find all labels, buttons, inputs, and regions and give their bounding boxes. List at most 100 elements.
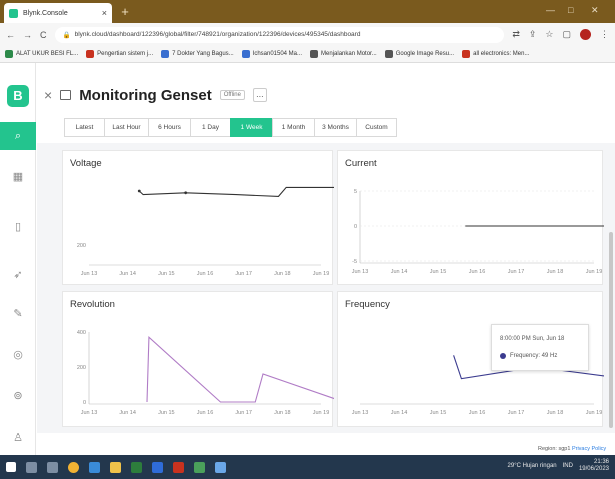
x-tick-label: Jun 16: [197, 271, 214, 277]
blynk-logo[interactable]: B: [7, 85, 29, 107]
blynk-favicon: [9, 8, 18, 18]
chart-tooltip: 8:00:00 PM Sun, Jun 18 Frequency: 49 Hz: [491, 324, 589, 371]
bookmark-item[interactable]: all electronics: Men...: [462, 50, 529, 58]
x-tick-label: Jun 15: [430, 269, 447, 275]
y-tick-label: 5: [354, 189, 357, 195]
range-1-month[interactable]: 1 Month: [272, 118, 315, 137]
x-tick-label: Jun 18: [547, 410, 564, 416]
bookmark-icon: [161, 50, 170, 58]
url-field[interactable]: 🔒 blynk.cloud/dashboard/122396/global/fi…: [54, 26, 505, 43]
menu-dots-icon[interactable]: ⋮: [600, 29, 609, 40]
range-6-hours[interactable]: 6 Hours: [148, 118, 191, 137]
range-custom[interactable]: Custom: [356, 118, 397, 137]
bookmark-item[interactable]: 7 Dokter Yang Bagus...: [161, 50, 234, 58]
range-latest[interactable]: Latest: [64, 118, 105, 137]
forward-icon[interactable]: →: [23, 30, 32, 40]
y-tick-label: 0: [83, 400, 86, 406]
series-line: [138, 186, 334, 197]
profile-avatar[interactable]: [580, 29, 591, 40]
x-tick-label: Jun 14: [119, 410, 136, 416]
dashboard-grid-icon[interactable]: ▦: [0, 162, 36, 190]
series-line: [146, 336, 334, 403]
reload-icon[interactable]: C: [40, 30, 47, 40]
voltage-chart-card: Voltage Jun 13 Jun 14 Jun 15 Jun 16 Jun 17 Ju…: [62, 150, 334, 285]
address-bar: ← → C 🔒 blynk.cloud/dashboard/122396/glo…: [0, 23, 615, 46]
automation-icon[interactable]: ➶: [0, 260, 36, 288]
bookmark-item[interactable]: Google Image Resu...: [384, 50, 454, 58]
megaphone-icon[interactable]: ✎: [0, 299, 36, 327]
bookmark-item[interactable]: Pengertian sistem j...: [86, 50, 153, 58]
windows-start-icon[interactable]: [6, 462, 16, 472]
current-chart: Jun 13 Jun 14 Jun 15 Jun 16 Jun 17 Jun 18 Jun …: [352, 189, 604, 275]
task-view-icon[interactable]: [47, 461, 58, 473]
back-icon[interactable]: ←: [6, 30, 15, 40]
new-tab-icon[interactable]: +: [118, 5, 132, 19]
x-tick-label: Jun 17: [508, 269, 525, 275]
range-last-hour[interactable]: Last Hour: [104, 118, 149, 137]
scrollbar-thumb[interactable]: [609, 232, 613, 428]
weather-status[interactable]: 29°C Hujan ringan: [508, 463, 557, 469]
voltage-chart: Jun 13 Jun 14 Jun 15 Jun 16 Jun 17 Jun 18 Jun …: [77, 186, 334, 277]
device-icon[interactable]: ▯: [0, 212, 36, 240]
revolution-chart-card: Revolution Jun 13 Jun 14 Jun 15 Jun 16 Jun 1…: [62, 291, 334, 427]
more-options-button[interactable]: ...: [252, 88, 267, 102]
range-1-day[interactable]: 1 Day: [190, 118, 231, 137]
device-icon: [60, 90, 72, 100]
device-header: × Monitoring Genset Offline ...: [44, 84, 267, 106]
settings-icon[interactable]: ⊚: [0, 381, 36, 409]
user-icon[interactable]: ♙: [0, 423, 36, 451]
search-icon[interactable]: ⌕: [0, 122, 36, 150]
x-tick-label: Jun 13: [352, 269, 369, 275]
range-3-months[interactable]: 3 Months: [314, 118, 357, 137]
x-tick-label: Jun 15: [158, 410, 175, 416]
language-indicator[interactable]: IND: [563, 463, 573, 469]
data-point: [137, 189, 141, 193]
y-tick-label: 400: [77, 330, 86, 336]
x-tick-label: Jun 13: [81, 410, 98, 416]
x-tick-label: Jun 17: [235, 410, 252, 416]
chrome-icon[interactable]: [68, 461, 79, 473]
region-label: Region: sgp1: [538, 446, 571, 452]
bookmark-item[interactable]: Ichsan01504 Ma...: [241, 50, 302, 58]
time-range-selector: Latest Last Hour 6 Hours 1 Day 1 Week 1 …: [64, 118, 397, 137]
maximize-icon[interactable]: □: [568, 5, 573, 15]
close-window-icon[interactable]: ✕: [591, 5, 599, 16]
status-badge: Offline: [219, 90, 245, 100]
search-icon[interactable]: [26, 461, 37, 473]
y-tick-label: 200: [77, 365, 86, 371]
x-tick-label: Jun 15: [430, 410, 447, 416]
current-chart-card: Current Jun 13 Jun 14 Jun 15 Jun 16 Jun 17 Ju…: [337, 150, 604, 285]
close-tab-icon[interactable]: ×: [102, 8, 107, 18]
x-tick-label: Jun 16: [469, 410, 486, 416]
bookmark-item[interactable]: ALAT UKUR BESI FL...: [5, 50, 78, 58]
globe-icon[interactable]: ◎: [0, 340, 36, 368]
x-tick-label: Jun 19: [586, 269, 603, 275]
app-icon[interactable]: [194, 461, 205, 473]
x-tick-label: Jun 14: [391, 410, 408, 416]
clock[interactable]: 21:36 19/06/2023: [579, 459, 609, 473]
series-dot-icon: [500, 353, 506, 359]
minimize-icon[interactable]: —: [546, 5, 555, 15]
translate-icon[interactable]: ⇄: [512, 29, 520, 40]
y-tick-label: 200: [77, 243, 86, 249]
range-1-week[interactable]: 1 Week: [230, 118, 273, 137]
bookmark-icon: [310, 50, 319, 58]
close-icon[interactable]: ×: [44, 87, 52, 103]
bookmark-item[interactable]: Menjalankan Motor...: [310, 50, 377, 58]
edge-icon[interactable]: [89, 461, 100, 473]
bookmark-star-icon[interactable]: ☆: [545, 29, 553, 40]
share-icon[interactable]: ⇪: [529, 29, 537, 40]
revolution-chart: Jun 13 Jun 14 Jun 15 Jun 16 Jun 17 Jun 18 Jun …: [77, 330, 334, 416]
excel-icon[interactable]: [131, 461, 142, 473]
bookmark-icon: [5, 50, 13, 58]
photos-icon[interactable]: [215, 461, 226, 473]
browser-tab[interactable]: Blynk.Console ×: [4, 3, 112, 23]
bookmarks-bar: ALAT UKUR BESI FL... Pengertian sistem j…: [0, 46, 615, 63]
x-tick-label: Jun 13: [81, 271, 98, 277]
file-explorer-icon[interactable]: [110, 461, 121, 473]
sidebar-icon[interactable]: ▢: [562, 29, 571, 40]
word-icon[interactable]: [152, 461, 163, 473]
app-icon[interactable]: [173, 461, 184, 473]
privacy-policy-link[interactable]: Privacy Policy: [572, 446, 606, 452]
data-point: [184, 191, 188, 195]
